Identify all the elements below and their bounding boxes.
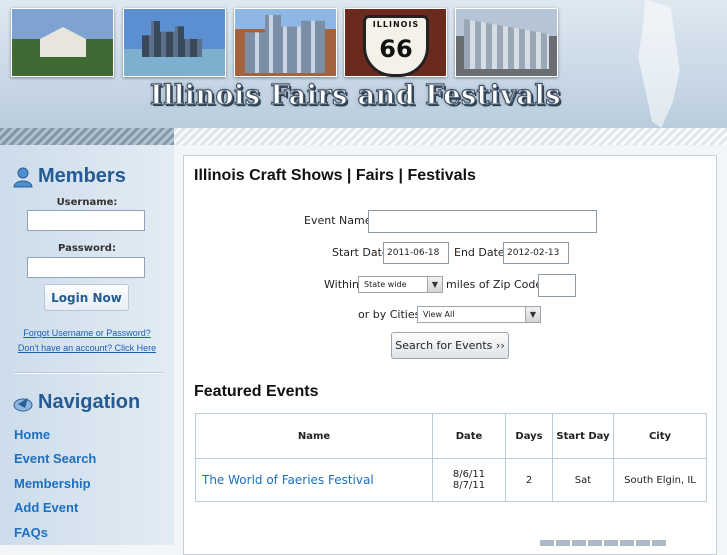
event-start-day: Sat xyxy=(552,458,614,502)
members-heading: Members xyxy=(12,165,126,188)
header-stripe-right xyxy=(174,128,727,145)
cities-select-value: View All xyxy=(423,310,455,319)
page-button[interactable] xyxy=(652,540,666,546)
city-buildings-photo xyxy=(234,8,337,77)
event-name-label: Event Name xyxy=(304,214,372,227)
zip-code-input[interactable] xyxy=(538,274,576,297)
nav-item-membership[interactable]: Membership xyxy=(14,476,91,491)
forgot-credentials-link[interactable]: Forgot Username or Password? xyxy=(0,328,174,338)
page-button[interactable] xyxy=(588,540,602,546)
route-66-number: 66 xyxy=(379,35,413,63)
col-header-city: City xyxy=(613,413,707,459)
end-date-label: End Date xyxy=(454,246,505,259)
page-title: Illinois Craft Shows | Fairs | Festivals xyxy=(194,167,476,184)
page-button[interactable] xyxy=(556,540,570,546)
nav-item-add-event[interactable]: Add Event xyxy=(14,500,78,515)
page-button[interactable] xyxy=(604,540,618,546)
search-events-button[interactable]: Search for Events ›› xyxy=(391,332,509,359)
table-header-row: Name Date Days Start Day City xyxy=(195,413,707,459)
event-name-link[interactable]: The World of Faeries Festival xyxy=(195,458,433,502)
end-date-input[interactable]: 2012-02-13 xyxy=(503,242,569,264)
within-label: Within xyxy=(324,278,360,291)
sidebar-divider xyxy=(14,372,164,374)
col-header-name: Name xyxy=(195,413,433,459)
navigation-heading: Navigation xyxy=(12,391,140,414)
chevron-down-icon: ▼ xyxy=(525,307,540,322)
header-stripe-left xyxy=(0,128,174,145)
members-icon xyxy=(13,167,33,187)
navigation-icon xyxy=(13,397,33,411)
event-days: 2 xyxy=(505,458,553,502)
nav-item-event-search[interactable]: Event Search xyxy=(14,451,96,466)
chicago-skyline-photo xyxy=(123,8,226,77)
members-title: Members xyxy=(38,165,126,187)
cities-select[interactable]: View All ▼ xyxy=(417,306,541,323)
nav-item-faqs[interactable]: FAQs xyxy=(14,525,48,540)
event-end-date: 8/7/11 xyxy=(452,480,486,491)
site-header: ILLINOIS 66 Illinois Fairs and Festivals xyxy=(0,0,727,130)
site-title[interactable]: Illinois Fairs and Festivals xyxy=(149,79,561,111)
event-city: South Elgin, IL xyxy=(613,458,707,502)
event-start-date: 8/6/11 xyxy=(452,469,486,480)
navigation-title: Navigation xyxy=(38,391,141,413)
col-header-days: Days xyxy=(505,413,553,459)
cities-label: or by Cities xyxy=(358,308,421,321)
route-66-sign-photo: ILLINOIS 66 xyxy=(344,8,447,77)
zip-code-label: miles of Zip Code: xyxy=(446,278,546,291)
event-dates: 8/6/11 8/7/11 xyxy=(432,458,506,502)
start-date-label: Start Date xyxy=(332,246,389,259)
house-photo xyxy=(11,8,114,77)
featured-events-table: Name Date Days Start Day City The World … xyxy=(195,413,707,502)
train-station-photo xyxy=(455,8,558,77)
start-date-input[interactable]: 2011-06-18 xyxy=(383,242,449,264)
featured-events-title: Featured Events xyxy=(194,383,319,400)
password-label: Password: xyxy=(58,243,116,254)
col-header-start-day: Start Day xyxy=(552,413,614,459)
pagination xyxy=(540,540,666,546)
register-link[interactable]: Don't have an account? Click Here xyxy=(0,343,174,353)
username-input[interactable] xyxy=(27,210,145,231)
route-66-shield: ILLINOIS 66 xyxy=(363,15,429,77)
password-input[interactable] xyxy=(27,257,145,278)
page-button[interactable] xyxy=(636,540,650,546)
chevron-down-icon: ▼ xyxy=(427,277,442,292)
login-button[interactable]: Login Now xyxy=(44,284,129,311)
page-button[interactable] xyxy=(540,540,554,546)
table-row: The World of Faeries Festival 8/6/11 8/7… xyxy=(195,458,707,502)
col-header-date: Date xyxy=(432,413,506,459)
within-select[interactable]: State wide ▼ xyxy=(358,276,443,293)
page-button[interactable] xyxy=(620,540,634,546)
illinois-map-icon xyxy=(638,0,680,128)
route-66-state-text: ILLINOIS xyxy=(372,20,420,29)
username-label: Username: xyxy=(56,197,118,208)
within-select-value: State wide xyxy=(364,280,407,289)
page-button[interactable] xyxy=(572,540,586,546)
event-name-input[interactable] xyxy=(368,210,597,233)
nav-item-home[interactable]: Home xyxy=(14,427,50,442)
